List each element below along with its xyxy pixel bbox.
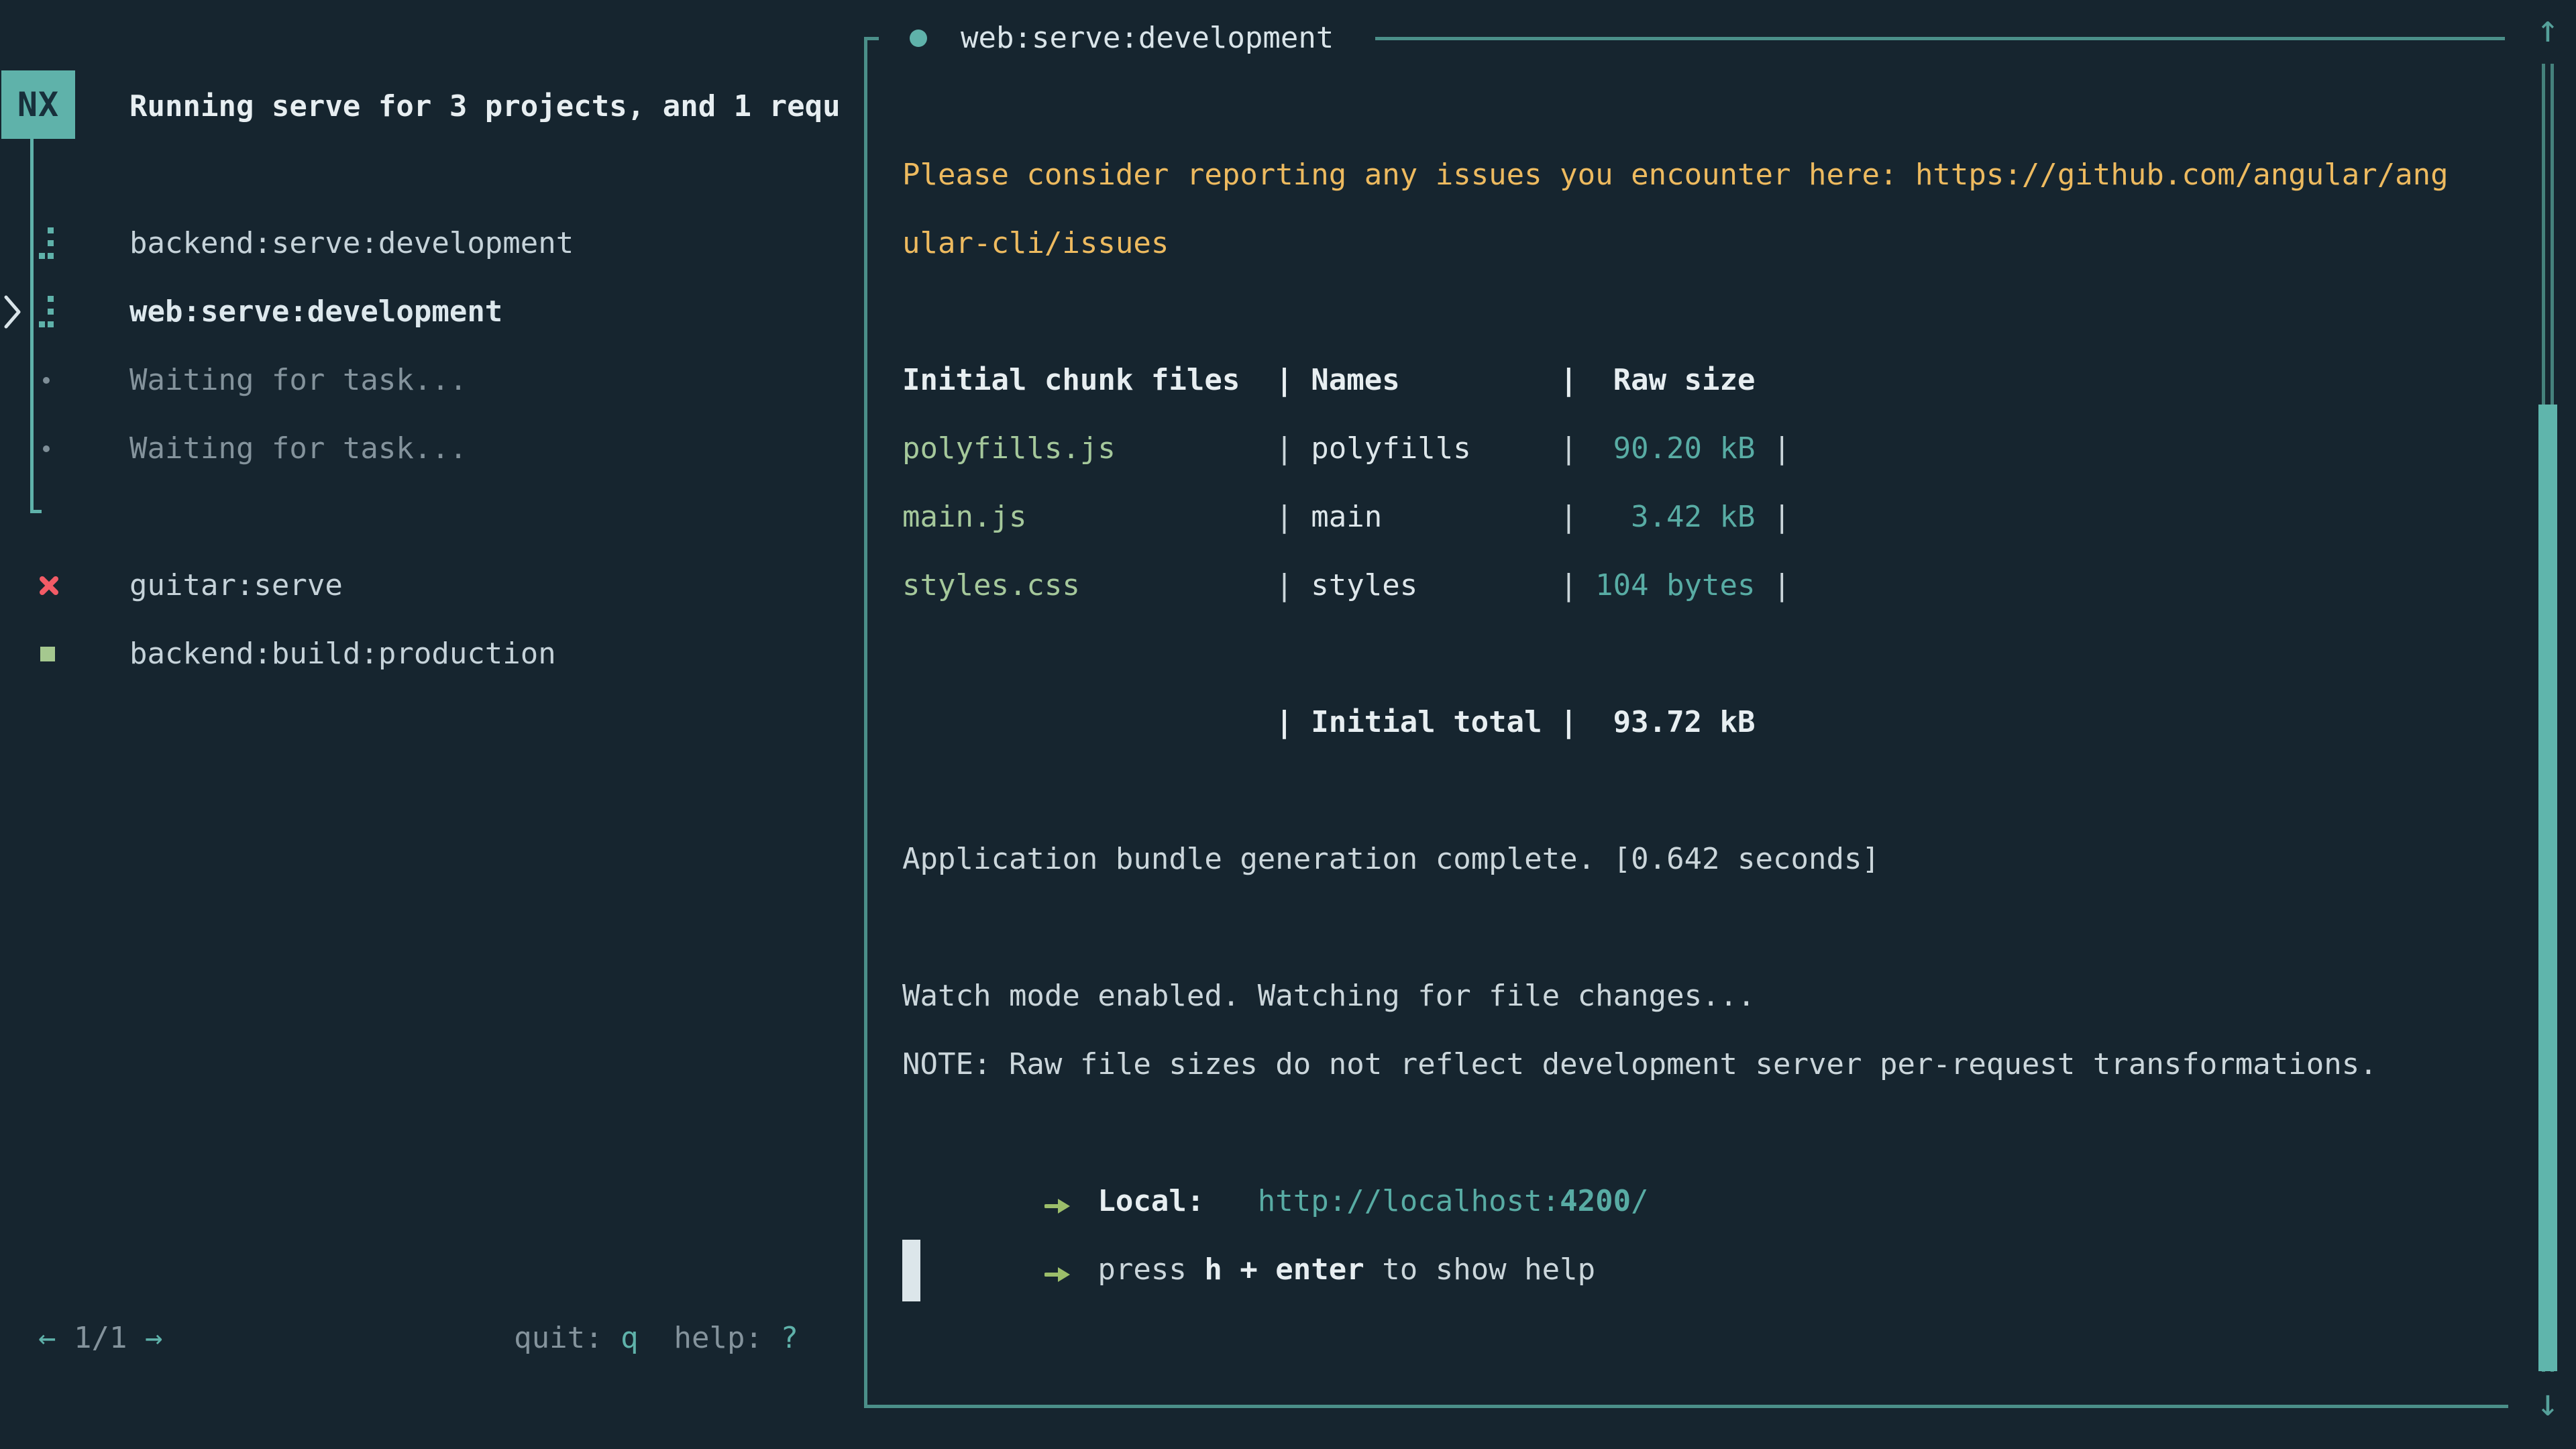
cell-name: main	[1311, 483, 1560, 551]
cell-file: main.js	[902, 483, 1275, 551]
total-label: Initial total	[1311, 688, 1560, 757]
task-label: Waiting for task...	[129, 346, 467, 415]
task-label: web:serve:development	[129, 278, 502, 346]
success-square-icon	[39, 620, 55, 688]
bottom-bar: ← 1/1 → quit: q help: ?	[38, 1304, 798, 1373]
chunk-table-row: styles.css|styles|104 bytes|	[902, 551, 2499, 620]
cell-name: styles	[1311, 551, 1560, 620]
shortcut-hints: quit: q help: ?	[514, 1304, 798, 1373]
local-label: Local:	[1097, 1184, 1204, 1218]
quit-key: q	[621, 1321, 639, 1355]
spinner-icon	[39, 278, 55, 346]
task-row[interactable]: Waiting for task...	[0, 346, 863, 415]
nx-logo: NX	[1, 70, 75, 139]
cell-name: polyfills	[1311, 415, 1560, 483]
header-size: Raw size	[1595, 346, 1755, 415]
issues-notice-line1: Please consider reporting any issues you…	[902, 141, 2499, 209]
total-size: 93.72 kB	[1595, 688, 1755, 757]
blank-line	[902, 757, 2499, 825]
press-suffix: to show help	[1364, 1252, 1595, 1287]
pending-dot-icon	[39, 415, 50, 483]
sidebar-title: Running serve for 3 projects, and 1 requ	[129, 72, 861, 141]
blank-line	[902, 620, 2499, 688]
local-url[interactable]: http://localhost:4200/	[1258, 1184, 1649, 1218]
task-row-selected[interactable]: web:serve:development	[0, 278, 863, 346]
task-label: guitar:serve	[129, 551, 343, 620]
press-prefix: press	[1097, 1252, 1204, 1287]
nx-terminal-ui: NX Running serve for 3 projects, and 1 r…	[0, 0, 2576, 1449]
panel-header-line	[1375, 37, 2505, 40]
note-line: NOTE: Raw file sizes do not reflect deve…	[902, 1030, 2499, 1099]
issues-notice-line2: ular-cli/issues	[902, 209, 2499, 278]
pager-prev-arrow-icon[interactable]: ←	[38, 1321, 56, 1355]
running-status-dot-icon	[910, 30, 927, 47]
spinner-icon	[39, 209, 55, 278]
task-row[interactable]: backend:serve:development	[0, 209, 863, 278]
press-keys: h + enter	[1204, 1252, 1364, 1287]
nx-logo-text: NX	[17, 85, 59, 124]
local-url-line: Local:http://localhost:4200/	[902, 1099, 2499, 1167]
task-label: backend:build:production	[129, 620, 556, 688]
local-port: 4200	[1560, 1184, 1631, 1218]
pager: ← 1/1 →	[38, 1304, 162, 1373]
task-label: backend:serve:development	[129, 209, 574, 278]
blank-line	[902, 894, 2499, 962]
quit-hint-label: quit:	[514, 1321, 621, 1355]
cell-size: 90.20 kB	[1595, 415, 1755, 483]
pager-next-arrow-icon[interactable]: →	[145, 1321, 163, 1355]
cell-size: 3.42 kB	[1595, 483, 1755, 551]
arrow-right-icon	[1044, 1240, 1080, 1308]
task-label: Waiting for task...	[129, 415, 467, 483]
pager-current: 1/1	[56, 1321, 145, 1355]
scroll-up-arrow-icon[interactable]: ↑	[2526, 9, 2569, 50]
help-hint-label: help:	[674, 1321, 781, 1355]
chevron-right-icon	[1, 278, 23, 346]
cell-file: polyfills.js	[902, 415, 1275, 483]
cross-icon	[39, 551, 59, 620]
terminal-cursor	[902, 1240, 920, 1301]
arrow-right-icon	[1044, 1171, 1080, 1240]
bundle-complete-line: Application bundle generation complete. …	[902, 825, 2499, 894]
chunk-table-row: polyfills.js|polyfills|90.20 kB|	[902, 415, 2499, 483]
scroll-down-arrow-icon[interactable]: ↓	[2526, 1383, 2569, 1424]
chunk-table-total-row: |Initial total|93.72 kB	[902, 688, 2499, 757]
pending-dot-icon	[39, 346, 50, 415]
task-row[interactable]: Waiting for task...	[0, 415, 863, 483]
cell-size: 104 bytes	[1595, 551, 1755, 620]
terminal-output: Please consider reporting any issues you…	[902, 141, 2499, 1236]
watch-mode-line: Watch mode enabled. Watching for file ch…	[902, 962, 2499, 1030]
chunk-table-row: main.js|main|3.42 kB|	[902, 483, 2499, 551]
scrollbar-thumb[interactable]	[2538, 405, 2557, 1371]
task-row-failed[interactable]: guitar:serve	[0, 551, 863, 620]
header-files: Initial chunk files	[902, 346, 1275, 415]
blank-line	[902, 278, 2499, 346]
task-row-success[interactable]: backend:build:production	[0, 620, 863, 688]
help-key: ?	[781, 1321, 799, 1355]
header-names: Names	[1311, 346, 1560, 415]
cell-file: styles.css	[902, 551, 1275, 620]
panel-border-stub	[864, 37, 879, 40]
chunk-table-header: Initial chunk files|Names|Raw size	[902, 346, 2499, 415]
panel-title: web:serve:development	[961, 4, 1334, 72]
